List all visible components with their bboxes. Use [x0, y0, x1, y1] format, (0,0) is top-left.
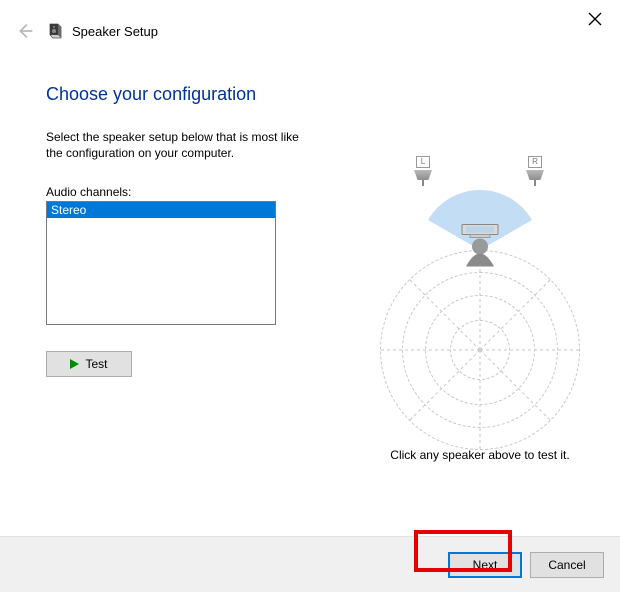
arc-grid [380, 250, 580, 450]
page-description: Select the speaker setup below that is m… [46, 129, 299, 161]
test-button[interactable]: Test [46, 351, 132, 377]
right-speaker[interactable]: R [526, 156, 544, 186]
close-button[interactable] [588, 12, 602, 26]
user-icon [454, 222, 506, 273]
play-icon [70, 359, 79, 369]
back-arrow-icon [14, 20, 36, 42]
list-item[interactable]: Stereo [47, 202, 275, 218]
window-title: Speaker Setup [72, 24, 158, 39]
speaker-icon [46, 22, 64, 40]
page-heading: Choose your configuration [46, 84, 574, 105]
left-speaker[interactable]: L [414, 156, 432, 186]
audio-channels-listbox[interactable]: Stereo [46, 201, 276, 325]
channels-label: Audio channels: [46, 185, 299, 199]
diagram-hint: Click any speaker above to test it. [370, 448, 590, 462]
cancel-button[interactable]: Cancel [530, 552, 604, 578]
next-button[interactable]: Next [448, 552, 522, 578]
wizard-footer: Next Cancel [0, 536, 620, 592]
